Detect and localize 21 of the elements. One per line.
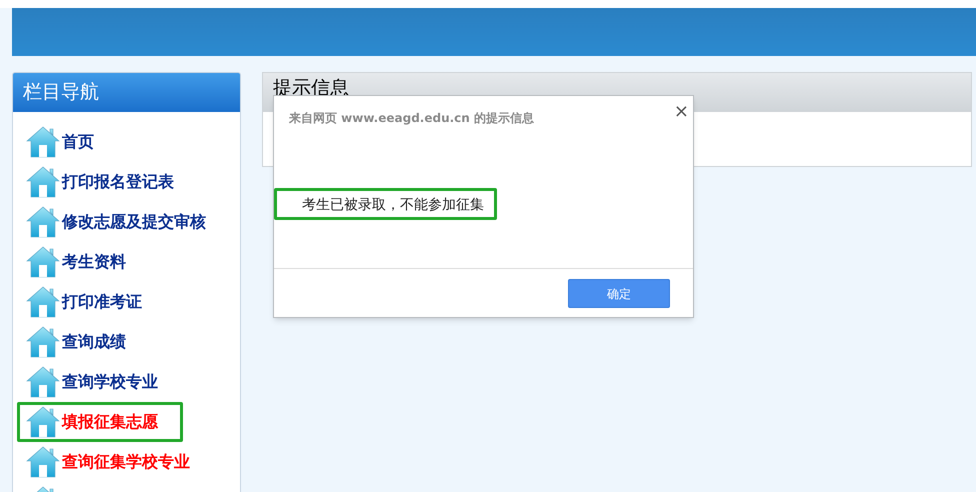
close-button[interactable]: × (674, 102, 689, 122)
house-icon (26, 326, 60, 358)
message-text: 考生已被录取，不能参加征集 (274, 188, 497, 220)
nav-link[interactable]: 打印报名登记表 (62, 170, 174, 194)
nav-link[interactable]: 查询征集学校专业 (62, 450, 190, 474)
house-icon (26, 366, 60, 398)
house-icon (26, 446, 60, 478)
nav-link[interactable]: 查询成绩 (62, 330, 126, 354)
dialog-title: 来自网页 www.eeagd.edu.cn 的提示信息 (289, 110, 534, 125)
house-icon (26, 406, 60, 438)
nav-link[interactable]: 修改志愿及提交审核 (62, 210, 206, 234)
nav-link[interactable]: 考生资料 (62, 250, 126, 274)
sidebar-title: 栏目导航 (13, 73, 240, 112)
house-icon (26, 286, 60, 318)
nav-link[interactable]: 打印准考证 (62, 290, 142, 314)
house-icon (26, 206, 60, 238)
house-icon (26, 246, 60, 278)
house-icon (26, 126, 60, 158)
house-icon (26, 166, 60, 198)
nav-link[interactable]: 首页 (62, 130, 94, 154)
nav-link[interactable]: 查询学校专业 (62, 370, 158, 394)
